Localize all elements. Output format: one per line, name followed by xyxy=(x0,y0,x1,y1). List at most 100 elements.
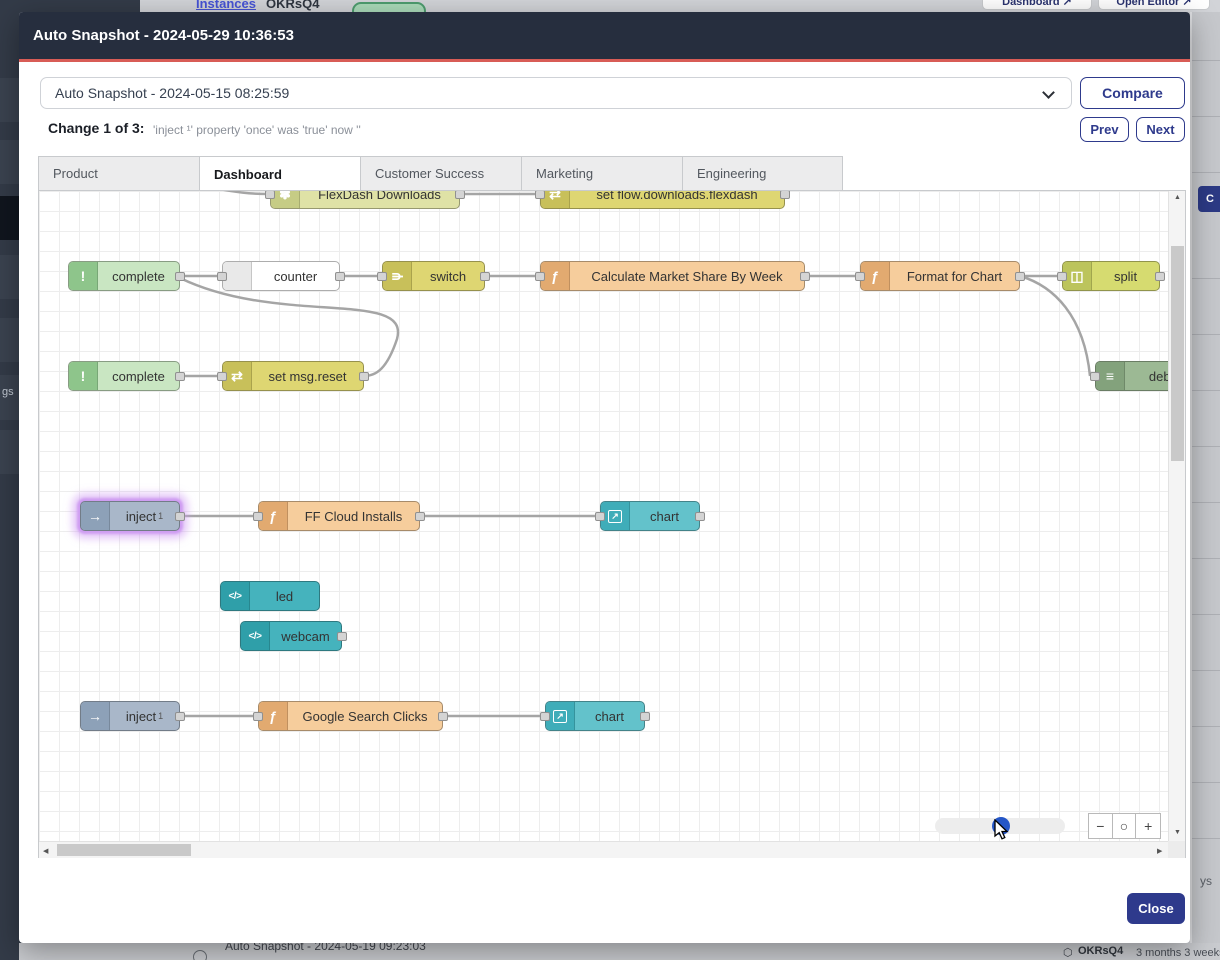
sidebar-item[interactable] xyxy=(0,140,19,184)
tab-dashboard[interactable]: Dashboard xyxy=(199,156,360,192)
output-port[interactable] xyxy=(175,712,185,721)
node-label: set msg.reset xyxy=(252,362,363,390)
tab-customer-success[interactable]: Customer Success xyxy=(360,156,521,191)
snapshot-select[interactable]: Auto Snapshot - 2024-05-15 08:25:59 xyxy=(40,77,1072,109)
ui-icon: </> xyxy=(221,582,250,610)
flow-node-google-search-clicks[interactable]: ƒGoogle Search Clicks xyxy=(258,701,443,731)
input-port[interactable] xyxy=(535,191,545,199)
flow-node-inject-2[interactable]: →inject1 xyxy=(80,701,180,731)
output-port[interactable] xyxy=(695,512,705,521)
vertical-scrollbar[interactable]: ▲ ▼ xyxy=(1168,191,1185,841)
node-label: webcam xyxy=(270,622,341,650)
complete-icon: ! xyxy=(69,262,98,290)
node-label: counter xyxy=(252,262,339,290)
input-port[interactable] xyxy=(377,272,387,281)
input-port[interactable] xyxy=(217,372,227,381)
zoom-in-button[interactable]: + xyxy=(1136,814,1160,838)
prev-button[interactable]: Prev xyxy=(1080,117,1129,142)
flow-node-led[interactable]: </>led xyxy=(220,581,320,611)
flow-node-split[interactable]: ◫split xyxy=(1062,261,1160,291)
output-port[interactable] xyxy=(175,372,185,381)
flow-node-set-flow-downloads[interactable]: ⇄set flow.downloads.flexdash xyxy=(540,191,785,209)
flow-node-complete-2[interactable]: !complete xyxy=(68,361,180,391)
vertical-scrollbar-thumb[interactable] xyxy=(1171,246,1184,461)
zoom-reset-button[interactable]: ○ xyxy=(1113,814,1137,838)
horizontal-scrollbar[interactable]: ◀ ▶ xyxy=(39,841,1168,858)
sidebar-item[interactable] xyxy=(0,430,19,474)
flow-node-complete-1[interactable]: !complete xyxy=(68,261,180,291)
flow-canvas[interactable]: − ○ + ✽FlexDash Downloads ⇄set flow.downl… xyxy=(39,191,1168,841)
output-port[interactable] xyxy=(175,272,185,281)
flow-node-webcam[interactable]: </>webcam xyxy=(240,621,342,651)
flow-node-calc-market-share[interactable]: ƒCalculate Market Share By Week xyxy=(540,261,805,291)
flow-node-ff-cloud-installs[interactable]: ƒFF Cloud Installs xyxy=(258,501,420,531)
scroll-left-icon[interactable]: ◀ xyxy=(43,847,48,855)
dashboard-button[interactable]: Dashboard ↗ xyxy=(982,0,1092,10)
sidebar-item[interactable] xyxy=(0,255,19,299)
output-port[interactable] xyxy=(780,191,790,199)
chart-icon: ↗ xyxy=(601,502,630,530)
tab-product[interactable]: Product xyxy=(38,156,199,191)
scroll-down-icon[interactable]: ▼ xyxy=(1174,829,1181,836)
flow-tab-bar: ProductDashboardCustomer SuccessMarketin… xyxy=(38,156,843,191)
output-port[interactable] xyxy=(438,712,448,721)
output-port[interactable] xyxy=(800,272,810,281)
status-pill xyxy=(352,2,426,12)
sidebar-item[interactable] xyxy=(0,318,19,362)
tab-engineering[interactable]: Engineering xyxy=(682,156,843,191)
node-badge: 1 xyxy=(158,711,163,721)
output-port[interactable] xyxy=(335,272,345,281)
switch-icon: ⋔ xyxy=(383,262,412,290)
flow-wire xyxy=(1020,276,1090,376)
input-port[interactable] xyxy=(253,512,263,521)
input-port[interactable] xyxy=(855,272,865,281)
project-name: OKRsQ4 xyxy=(266,0,319,11)
flow-node-switch[interactable]: ⋔switch xyxy=(382,261,485,291)
output-port[interactable] xyxy=(359,372,369,381)
compare-button[interactable]: Compare xyxy=(1080,77,1185,109)
split-icon: ◫ xyxy=(1063,262,1092,290)
scroll-right-icon[interactable]: ▶ xyxy=(1157,847,1162,855)
instances-link[interactable]: Instances xyxy=(196,0,256,11)
output-port[interactable] xyxy=(1015,272,1025,281)
flow-node-chart-2[interactable]: ↗chart xyxy=(545,701,645,731)
flow-node-set-msg-reset[interactable]: ⇄set msg.reset xyxy=(222,361,364,391)
node-label: split xyxy=(1092,262,1159,290)
input-port[interactable] xyxy=(595,512,605,521)
next-button[interactable]: Next xyxy=(1136,117,1185,142)
output-port[interactable] xyxy=(480,272,490,281)
clock-icon xyxy=(193,950,207,960)
flow-node-counter[interactable]: counter xyxy=(222,261,340,291)
output-port[interactable] xyxy=(415,512,425,521)
flow-node-chart-1[interactable]: ↗chart xyxy=(600,501,700,531)
change-icon: ⇄ xyxy=(541,191,570,208)
close-button[interactable]: Close xyxy=(1127,893,1185,924)
flow-node-debug[interactable]: ≡debug xyxy=(1095,361,1168,391)
input-port[interactable] xyxy=(535,272,545,281)
input-port[interactable] xyxy=(540,712,550,721)
background-button-fragment[interactable]: C xyxy=(1198,186,1220,212)
flow-node-inject-1[interactable]: →inject1 xyxy=(80,501,180,531)
input-port[interactable] xyxy=(1057,272,1067,281)
input-port[interactable] xyxy=(253,712,263,721)
sidebar-item-active[interactable] xyxy=(0,196,19,240)
flow-node-format-for-chart[interactable]: ƒFormat for Chart xyxy=(860,261,1020,291)
function-icon: ƒ xyxy=(259,502,288,530)
output-port[interactable] xyxy=(175,512,185,521)
input-port[interactable] xyxy=(265,191,275,199)
horizontal-scrollbar-thumb[interactable] xyxy=(57,844,191,856)
output-port[interactable] xyxy=(640,712,650,721)
output-port[interactable] xyxy=(1155,272,1165,281)
open-editor-button[interactable]: Open Editor ↗ xyxy=(1098,0,1210,10)
input-port[interactable] xyxy=(1090,372,1100,381)
node-label: switch xyxy=(412,262,484,290)
scroll-up-icon[interactable]: ▲ xyxy=(1174,194,1181,201)
output-port[interactable] xyxy=(455,191,465,199)
project-name: OKRsQ4 xyxy=(1078,945,1123,957)
sidebar-item[interactable] xyxy=(0,78,19,122)
zoom-out-button[interactable]: − xyxy=(1089,814,1113,838)
flow-node-flexdash-downloads[interactable]: ✽FlexDash Downloads xyxy=(270,191,460,209)
tab-marketing[interactable]: Marketing xyxy=(521,156,682,191)
output-port[interactable] xyxy=(337,632,347,641)
input-port[interactable] xyxy=(217,272,227,281)
